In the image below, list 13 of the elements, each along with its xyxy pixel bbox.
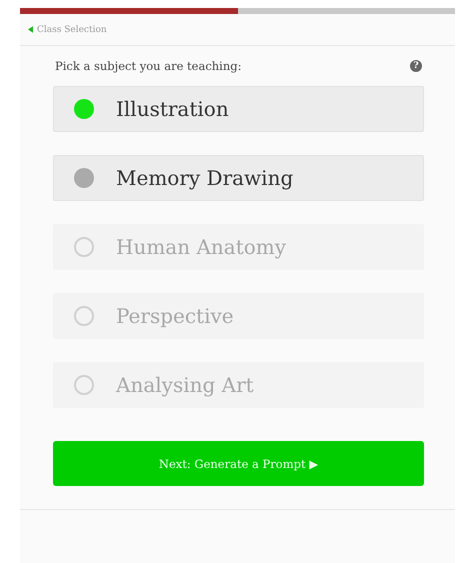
subject-option[interactable]: Illustration	[53, 86, 424, 132]
radio-dot	[74, 375, 94, 395]
subject-option: Human Anatomy	[53, 224, 424, 270]
radio-dot	[74, 237, 94, 257]
radio-dot	[74, 168, 94, 188]
subject-option[interactable]: Memory Drawing	[53, 155, 424, 201]
help-icon[interactable]: ?	[410, 60, 422, 72]
prompt-text: Pick a subject you are teaching:	[55, 59, 242, 73]
subject-option: Analysing Art	[53, 362, 424, 408]
radio-dot	[74, 306, 94, 326]
radio-dot	[74, 99, 94, 119]
subject-option: Perspective	[53, 293, 424, 339]
back-arrow-icon	[28, 26, 33, 33]
